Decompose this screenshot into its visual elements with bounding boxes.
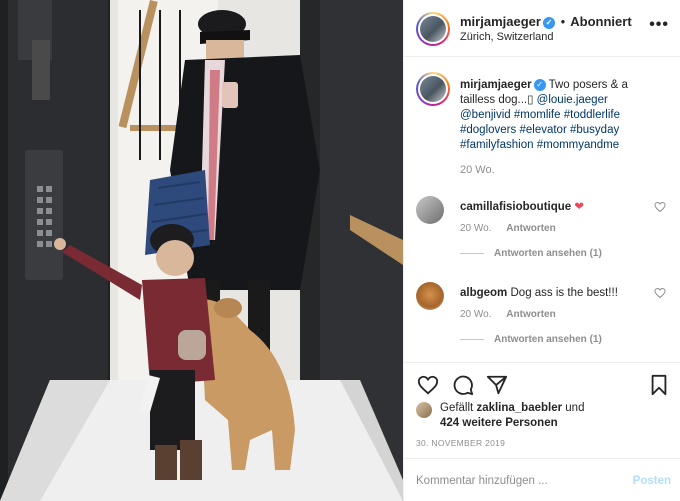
liker-username[interactable]: zaklina_baebler <box>476 402 562 414</box>
hashtag-link[interactable]: #doglovers <box>460 124 516 136</box>
liker-avatar[interactable] <box>416 402 432 418</box>
likes-prefix: Gefällt <box>440 402 477 414</box>
mention-link[interactable]: @louie.jaeger <box>537 94 608 106</box>
comment-username[interactable]: camillafisioboutique <box>460 201 571 213</box>
post-comment-button[interactable]: Posten <box>633 475 671 487</box>
heart-icon[interactable] <box>417 374 439 396</box>
hashtag-link[interactable]: #busyday <box>570 124 619 136</box>
heart-emoji: ❤ <box>574 201 585 213</box>
separator-dot: • <box>560 14 566 29</box>
likes-text: Gefällt zaklina_baebler und 424 weitere … <box>440 401 670 431</box>
comment-like-heart-icon[interactable] <box>654 287 666 299</box>
post-side-panel: mirjamjaeger ✓ • Abonniert Zürich, Switze… <box>403 0 680 501</box>
comment-time[interactable]: 20 Wo. <box>460 223 492 234</box>
comment-icon[interactable] <box>452 374 474 396</box>
post-photo[interactable] <box>0 0 403 501</box>
header-user-line: mirjamjaeger ✓ • Abonniert <box>460 14 632 29</box>
location-link[interactable]: Zürich, Switzerland <box>460 31 554 43</box>
more-options-icon[interactable]: ••• <box>649 16 669 34</box>
comment-like-heart-icon[interactable] <box>654 201 666 213</box>
hashtag-link[interactable]: #elevator <box>519 124 566 136</box>
bookmark-icon[interactable] <box>649 374 669 396</box>
reply-button[interactable]: Antworten <box>506 309 555 320</box>
comment-avatar[interactable] <box>416 282 444 310</box>
header-username[interactable]: mirjamjaeger <box>460 14 541 29</box>
comment-meta: 20 Wo. Antworten <box>460 223 556 234</box>
elevator-selfie-image <box>0 0 403 501</box>
view-replies-button[interactable]: Antworten ansehen (1) <box>460 248 602 259</box>
caption-emoji: ▯ <box>527 94 534 106</box>
hashtag-link[interactable]: #mommyandme <box>537 139 619 151</box>
hashtag-link[interactable]: #familyfashion <box>460 139 534 151</box>
replies-divider <box>460 338 484 340</box>
likes-count-button[interactable]: 424 weitere Personen <box>440 417 558 429</box>
caption-username[interactable]: mirjamjaeger <box>460 79 532 91</box>
comment-avatar[interactable] <box>416 196 444 224</box>
verified-badge-icon: ✓ <box>542 17 555 29</box>
post-actions-bar <box>404 362 680 406</box>
comment-time[interactable]: 20 Wo. <box>460 309 492 320</box>
comment-username[interactable]: albgeom <box>460 287 507 299</box>
caption-text: mirjamjaeger ✓ Two posers & a tailless do… <box>460 78 660 153</box>
avatar[interactable] <box>416 12 450 46</box>
view-replies-label: Antworten ansehen (1) <box>494 334 602 345</box>
reply-button[interactable]: Antworten <box>506 223 555 234</box>
post-date[interactable]: 30. NOVEMBER 2019 <box>416 438 505 448</box>
follow-status-button[interactable]: Abonniert <box>570 14 631 29</box>
hashtag-link[interactable]: #momlife <box>514 109 561 121</box>
post-header: mirjamjaeger ✓ • Abonniert Zürich, Switze… <box>404 0 680 57</box>
view-replies-button[interactable]: Antworten ansehen (1) <box>460 334 602 345</box>
comment-meta: 20 Wo. Antworten <box>460 309 556 320</box>
view-replies-label: Antworten ansehen (1) <box>494 248 602 259</box>
caption-time[interactable]: 20 Wo. <box>460 164 495 176</box>
caption-avatar[interactable] <box>416 72 450 106</box>
instagram-post: mirjamjaeger ✓ • Abonniert Zürich, Switze… <box>0 0 680 501</box>
comment-text: albgeom Dog ass is the best!!! <box>460 286 618 301</box>
comment-text: camillafisioboutique ❤ <box>460 200 584 215</box>
comment-input[interactable]: Kommentar hinzufügen ... <box>416 475 548 487</box>
add-comment-bar: Kommentar hinzufügen ... Posten <box>404 458 680 501</box>
share-icon[interactable] <box>486 374 508 396</box>
mention-link[interactable]: @benjivid <box>460 109 511 121</box>
comment-body: Dog ass is the best!!! <box>510 287 618 299</box>
likes-middle: und <box>562 402 585 414</box>
verified-badge-icon: ✓ <box>533 79 546 91</box>
replies-divider <box>460 252 484 254</box>
hashtag-link[interactable]: #toddlerlife <box>564 109 620 121</box>
